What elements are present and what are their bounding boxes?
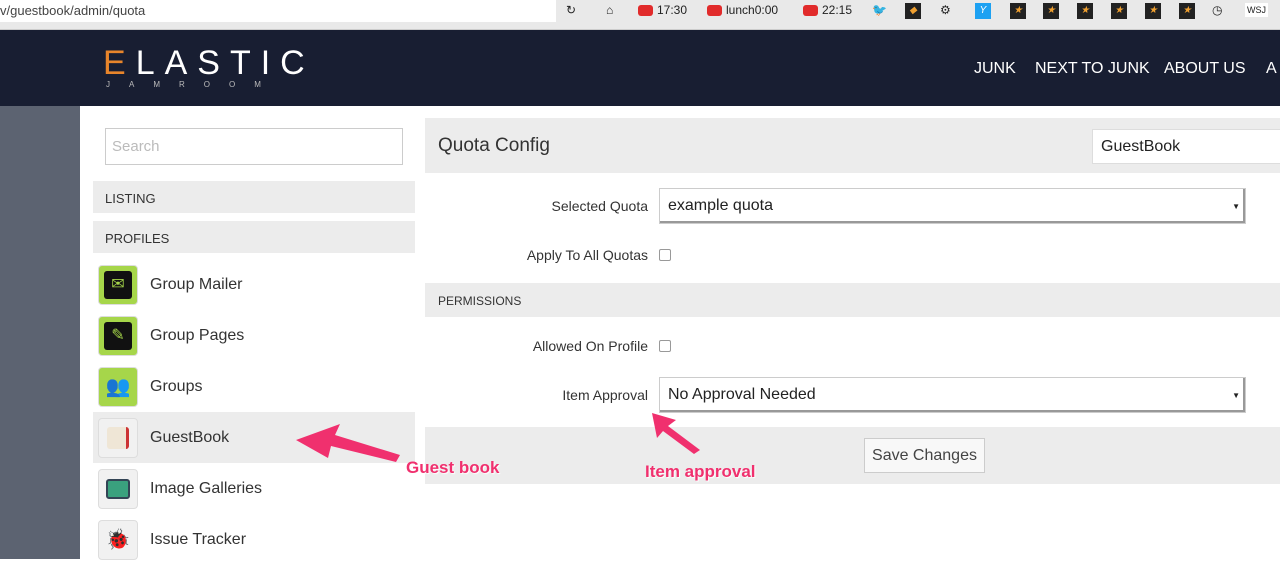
annotation-arrows [296, 413, 700, 462]
annotation-item-approval: Item approval [645, 462, 756, 481]
arrow-guestbook [296, 424, 400, 462]
annotation-guestbook: Guest book [406, 458, 500, 477]
arrow-item-approval [652, 413, 700, 454]
